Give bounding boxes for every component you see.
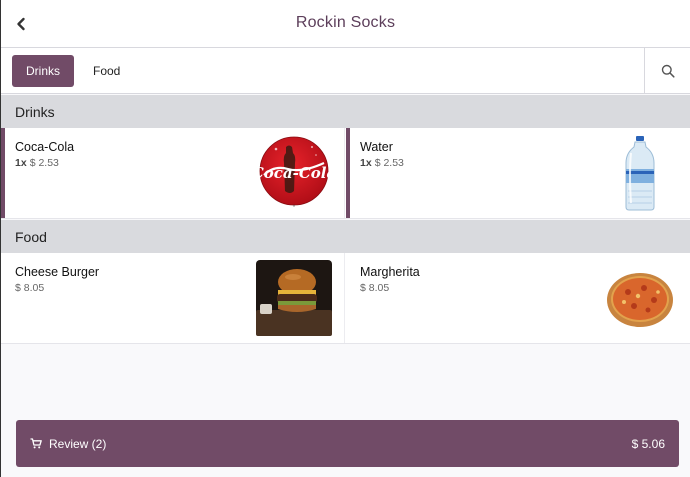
product-name: Coca-Cola — [15, 140, 75, 154]
water-bottle-image — [602, 135, 678, 211]
review-label-group: Review (2) — [30, 420, 106, 467]
cheese-burger-image — [256, 260, 332, 336]
shopping-cart-icon — [30, 438, 42, 449]
product-card-margherita[interactable]: Margherita $ 8.05 — [346, 253, 690, 343]
product-row-food: Cheese Burger $ 8.05 Margherita $ 8.05 — [1, 253, 690, 344]
product-name: Margherita — [360, 265, 420, 279]
coca-cola-image: Coca‑Cola ® — [256, 135, 332, 211]
product-price-line: 1x $ 2.53 — [360, 157, 404, 169]
margherita-image — [602, 260, 678, 336]
tab-food[interactable]: Food — [79, 55, 134, 87]
page-title: Rockin Socks — [295, 14, 396, 31]
product-price: $ 8.05 — [360, 282, 390, 294]
product-row-drinks: Coca-Cola 1x $ 2.53 Coca‑Cola ® Water 1x… — [1, 128, 690, 219]
header: Rockin Socks — [1, 0, 690, 48]
product-price-line: 1x $ 2.53 — [15, 157, 59, 169]
product-name: Cheese Burger — [15, 265, 100, 279]
product-price: $ 2.53 — [374, 157, 404, 169]
product-quantity: 1x — [360, 157, 372, 169]
tab-drinks[interactable]: Drinks — [12, 55, 75, 87]
category-tabs: Drinks Food — [1, 48, 690, 94]
review-order-button[interactable]: Review (2) $ 5.06 — [16, 420, 679, 467]
product-card-water[interactable]: Water 1x $ 2.53 — [346, 128, 690, 218]
search-button[interactable] — [644, 48, 690, 94]
product-name: Water — [360, 140, 393, 154]
section-header-drinks: Drinks — [1, 95, 690, 128]
review-label: Review (2) — [49, 436, 107, 451]
search-icon — [661, 64, 675, 78]
product-card-coca-cola[interactable]: Coca-Cola 1x $ 2.53 Coca‑Cola ® — [1, 128, 345, 218]
product-price: $ 2.53 — [29, 157, 59, 169]
order-total: $ 5.06 — [631, 436, 665, 451]
app-window: Rockin Socks Drinks Food Drinks Coca-Col… — [0, 0, 690, 477]
product-price: $ 8.05 — [15, 282, 45, 294]
svg-text:Coca‑Cola: Coca‑Cola — [256, 164, 332, 182]
product-quantity: 1x — [15, 157, 27, 169]
section-header-food: Food — [1, 220, 690, 253]
product-card-cheese-burger[interactable]: Cheese Burger $ 8.05 — [1, 253, 345, 343]
